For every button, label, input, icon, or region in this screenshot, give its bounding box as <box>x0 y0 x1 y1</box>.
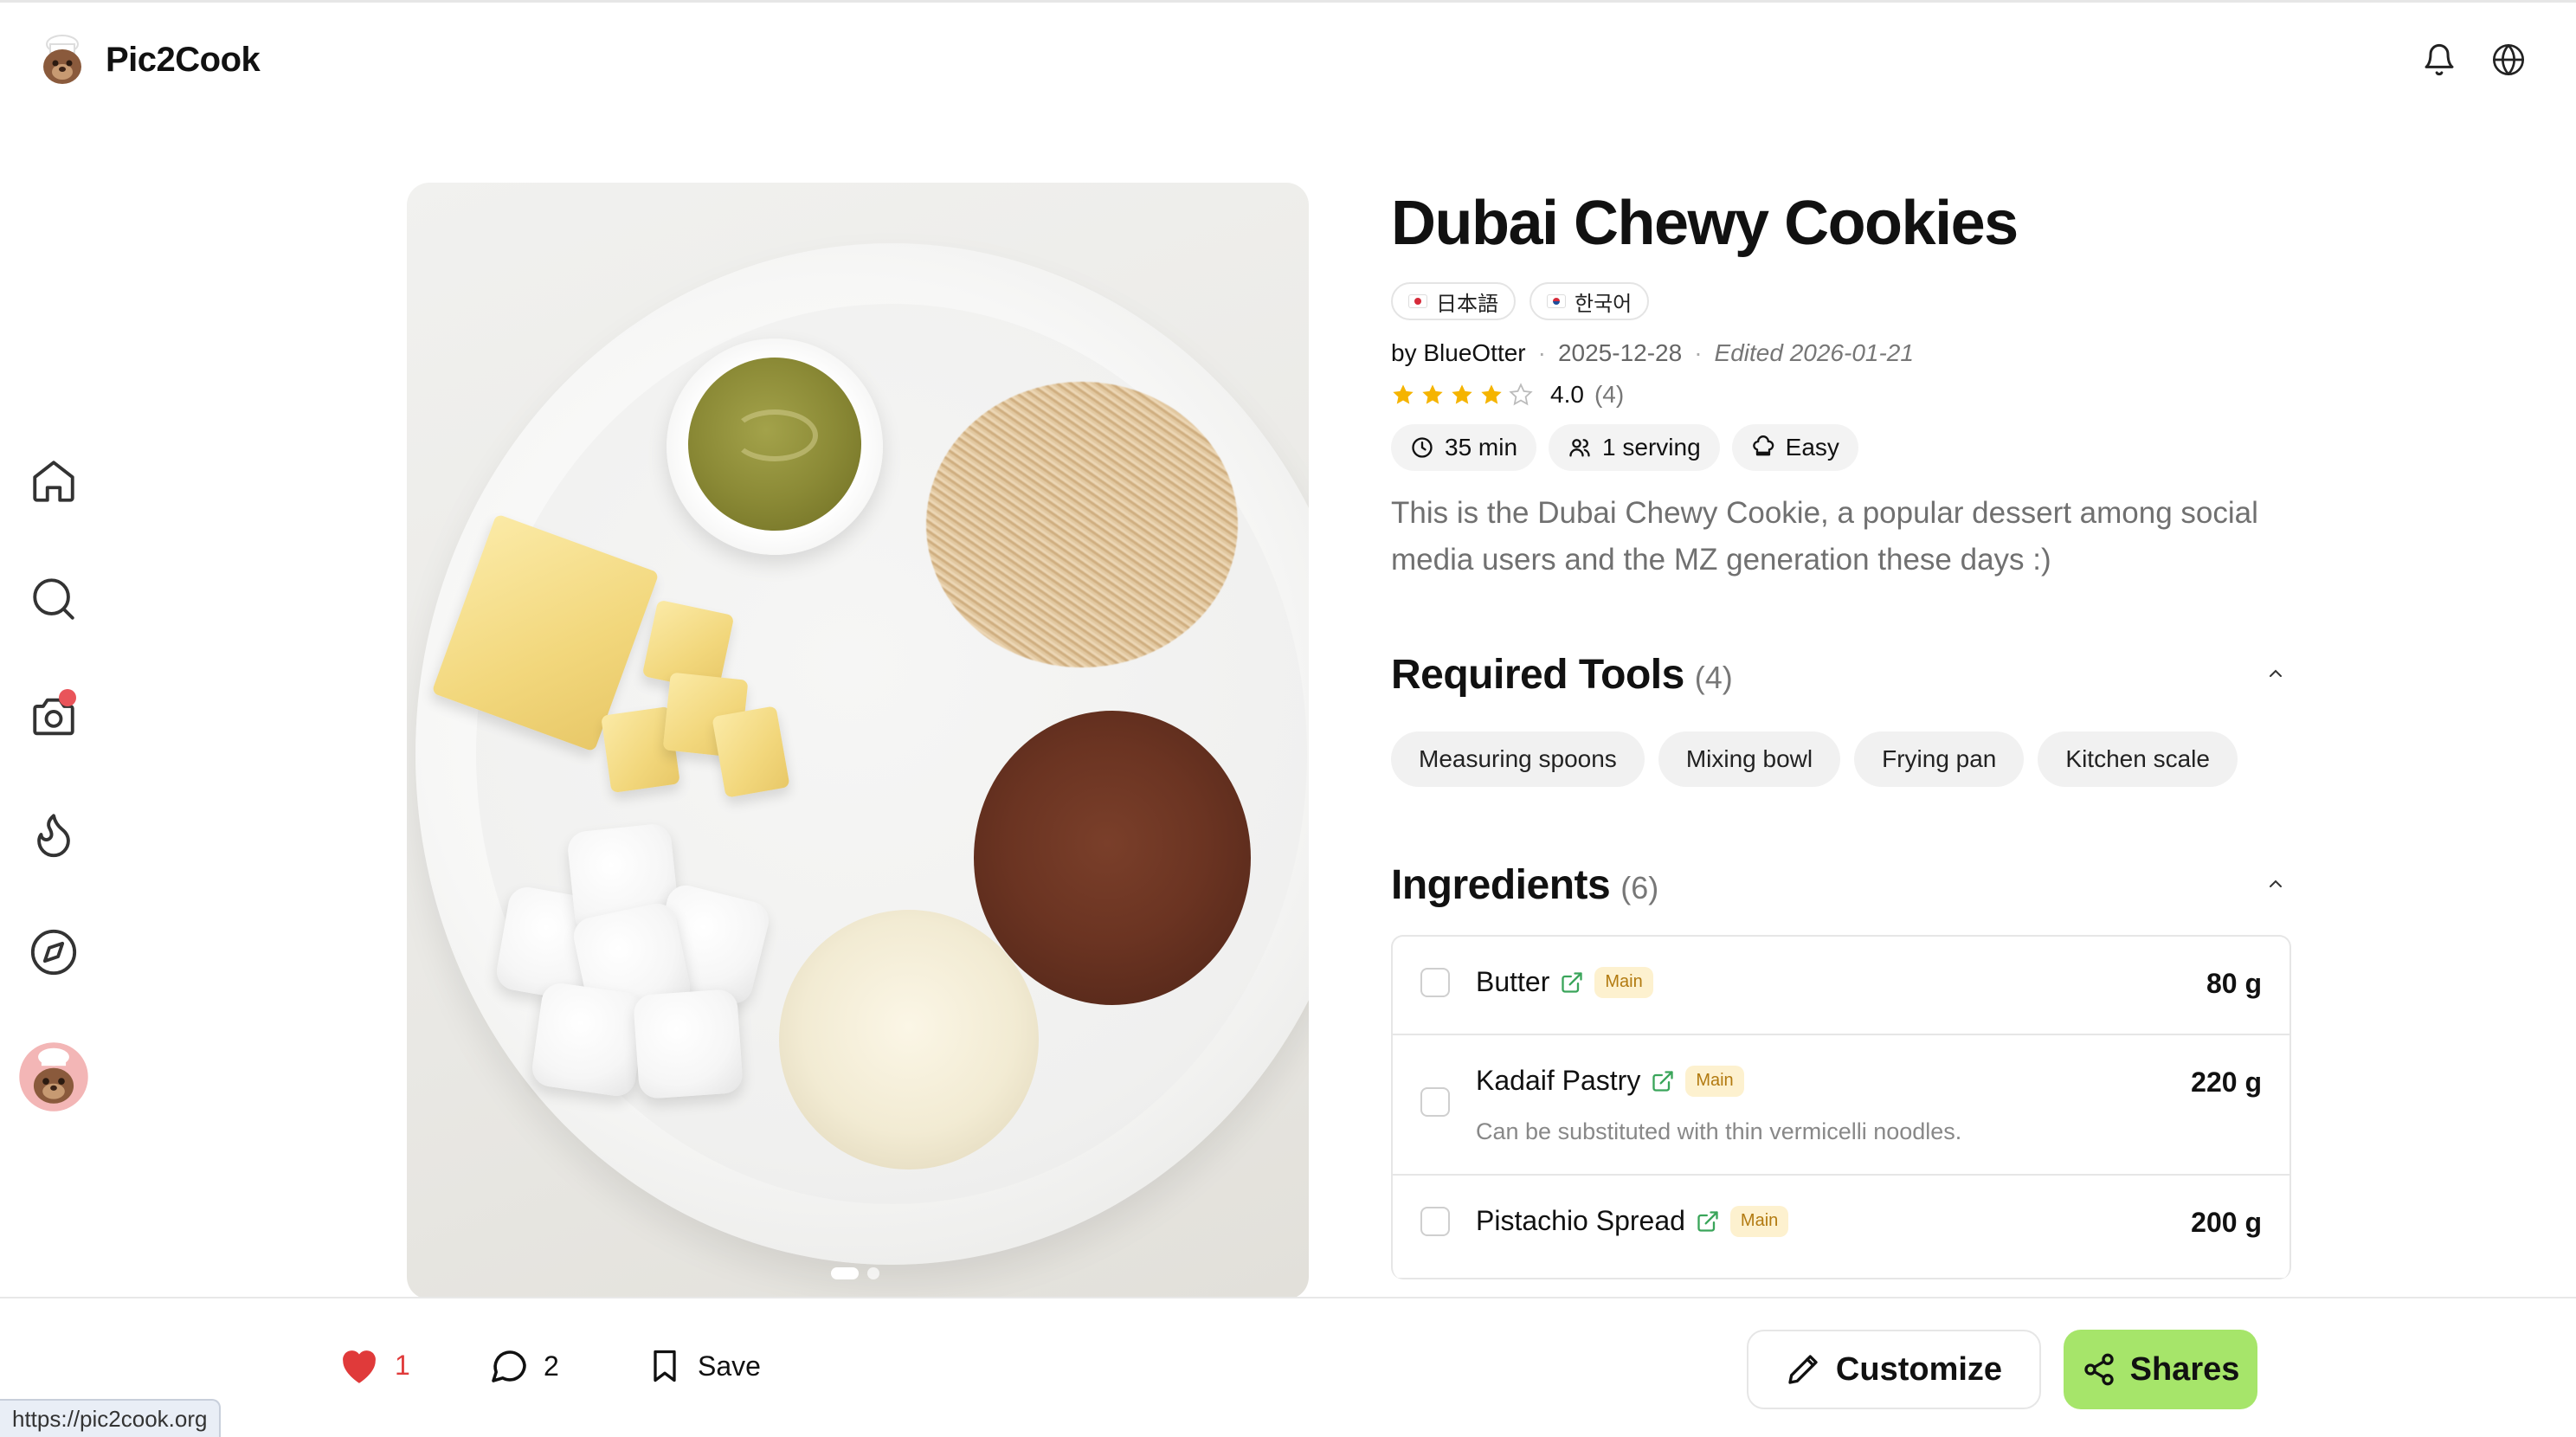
ingredient-note: Can be substituted with thin vermicelli … <box>1476 1118 1962 1144</box>
rating-count: (4) <box>1594 381 1625 408</box>
ingredients-title: Ingredients <box>1391 862 1611 908</box>
otter-chef-logo <box>35 32 90 87</box>
tools-count: (4) <box>1694 660 1733 695</box>
bookmark-icon <box>654 1350 676 1382</box>
search-icon[interactable] <box>24 570 83 628</box>
cocoa-illustration <box>974 711 1251 1005</box>
milk-powder-illustration <box>779 910 1039 1170</box>
recipe-description: This is the Dubai Chewy Cookie, a popula… <box>1391 496 2258 577</box>
ingredient-qty: 200 g <box>2191 1207 2262 1238</box>
japan-flag-icon <box>1408 294 1427 308</box>
bottom-action-bar: 1 2 Save Customize Shares <box>0 1297 2576 1437</box>
recipe-photo[interactable] <box>407 183 1309 1299</box>
ingredient-row: Butter Main 80 g <box>1393 937 2289 1035</box>
status-bar-url: https://pic2cook.org <box>0 1399 222 1437</box>
korea-flag-icon <box>1547 294 1566 308</box>
ingredient-name: Butter <box>1476 966 1550 997</box>
save-label: Save <box>698 1350 761 1382</box>
external-link-icon[interactable] <box>1560 970 1584 995</box>
ingredient-name: Pistachio Spread <box>1476 1205 1685 1236</box>
tools-header[interactable]: Required Tools (4) <box>1391 651 2291 699</box>
page-dot-active[interactable] <box>831 1267 859 1279</box>
people-icon <box>1569 439 1590 457</box>
chevron-up-icon[interactable] <box>2260 868 2291 899</box>
tools-list: Measuring spoons Mixing bowl Frying pan … <box>1391 731 2291 787</box>
recipe-info: Dubai Chewy Cookies 日本語 한국어 by BlueOtter… <box>1391 187 2291 1279</box>
like-count: 1 <box>395 1349 410 1381</box>
pistachio-bowl-illustration <box>667 338 883 555</box>
language-chip-japanese[interactable]: 日本語 <box>1391 282 1516 320</box>
ingredients-count: (6) <box>1620 870 1659 905</box>
tool-chip[interactable]: Mixing bowl <box>1658 731 1841 787</box>
rating-value: 4.0 <box>1550 381 1584 408</box>
edited-date: Edited 2026-01-21 <box>1714 339 1914 366</box>
share-icon <box>2083 1353 2114 1386</box>
author-link[interactable]: by BlueOtter <box>1391 339 1526 367</box>
recipe-stats: 35 min 1 serving Easy <box>1391 424 2291 471</box>
clock-icon <box>1412 437 1433 458</box>
comment-count: 2 <box>544 1350 559 1382</box>
save-button[interactable]: Save <box>646 1345 761 1387</box>
ingredient-checkbox[interactable] <box>1420 968 1450 997</box>
external-link-icon[interactable] <box>1651 1069 1675 1093</box>
bell-icon[interactable] <box>2418 39 2460 81</box>
chef-hat-icon <box>1752 435 1774 456</box>
tool-chip[interactable]: Kitchen scale <box>2038 731 2238 787</box>
tool-chip[interactable]: Frying pan <box>1854 731 2025 787</box>
servings-chip: 1 serving <box>1549 424 1720 471</box>
time-chip: 35 min <box>1391 424 1537 471</box>
shares-button[interactable]: Shares <box>2064 1330 2257 1409</box>
ingredient-checkbox[interactable] <box>1420 1207 1450 1236</box>
comment-button[interactable]: 2 <box>488 1345 559 1387</box>
page-dot[interactable] <box>867 1267 879 1279</box>
ingredient-qty: 220 g <box>2191 1066 2262 1098</box>
star-empty-icon <box>1509 383 1533 406</box>
compass-icon[interactable] <box>24 923 83 982</box>
ingredients-table: Butter Main 80 g Kadaif Pastry Main 220 … <box>1391 935 2291 1279</box>
brand[interactable]: Pic2Cook <box>35 32 261 87</box>
recipe-title: Dubai Chewy Cookies <box>1391 189 2019 258</box>
external-link-icon[interactable] <box>1696 1209 1720 1234</box>
ingredient-name: Kadaif Pastry <box>1476 1065 1641 1096</box>
star-filled-icon <box>1422 384 1443 404</box>
kadaif-illustration <box>926 382 1238 667</box>
customize-button[interactable]: Customize <box>1747 1330 2041 1409</box>
globe-icon[interactable] <box>2488 39 2529 81</box>
star-filled-icon <box>1393 384 1414 404</box>
avatar[interactable] <box>17 1041 90 1113</box>
ingredient-checkbox[interactable] <box>1420 1087 1450 1117</box>
star-filled-icon <box>1481 384 1502 404</box>
home-icon[interactable] <box>24 452 83 511</box>
heart-icon <box>343 1350 376 1383</box>
camera-icon[interactable] <box>24 687 83 746</box>
main-tag: Main <box>1685 1065 1744 1097</box>
comment-icon <box>492 1350 526 1382</box>
main-tag: Main <box>1729 1205 1789 1237</box>
flame-icon[interactable] <box>24 805 83 864</box>
difficulty-chip: Easy <box>1731 424 1858 471</box>
star-filled-icon <box>1452 384 1472 404</box>
ingredient-qty: 80 g <box>2206 968 2262 999</box>
notification-dot <box>59 689 76 706</box>
chevron-up-icon[interactable] <box>2260 658 2291 689</box>
top-header: Pic2Cook <box>0 3 2576 115</box>
like-button[interactable]: 1 <box>338 1345 410 1385</box>
language-chips: 日本語 한국어 <box>1391 282 2291 320</box>
ingredients-header[interactable]: Ingredients (6) <box>1391 861 2291 909</box>
customize-label: Customize <box>1835 1350 2003 1388</box>
publish-date: 2025-12-28 <box>1557 339 1683 366</box>
main-tag: Main <box>1594 966 1653 998</box>
pencil-icon <box>1788 1355 1818 1384</box>
tools-title: Required Tools <box>1391 652 1684 698</box>
image-pagination[interactable] <box>831 1267 879 1279</box>
recipe-meta: by BlueOtter · 2025-12-28 · Edited 2026-… <box>1391 339 1914 367</box>
tool-chip[interactable]: Measuring spoons <box>1391 731 1645 787</box>
language-chip-korean[interactable]: 한국어 <box>1530 282 1650 320</box>
rating[interactable]: 4.0 (4) <box>1391 381 2291 409</box>
shares-label: Shares <box>2129 1350 2240 1388</box>
ingredient-row: Kadaif Pastry Main 220 g Can be substitu… <box>1393 1035 2289 1176</box>
app-name: Pic2Cook <box>106 40 261 79</box>
ingredient-row: Pistachio Spread Main 200 g <box>1393 1176 2289 1279</box>
